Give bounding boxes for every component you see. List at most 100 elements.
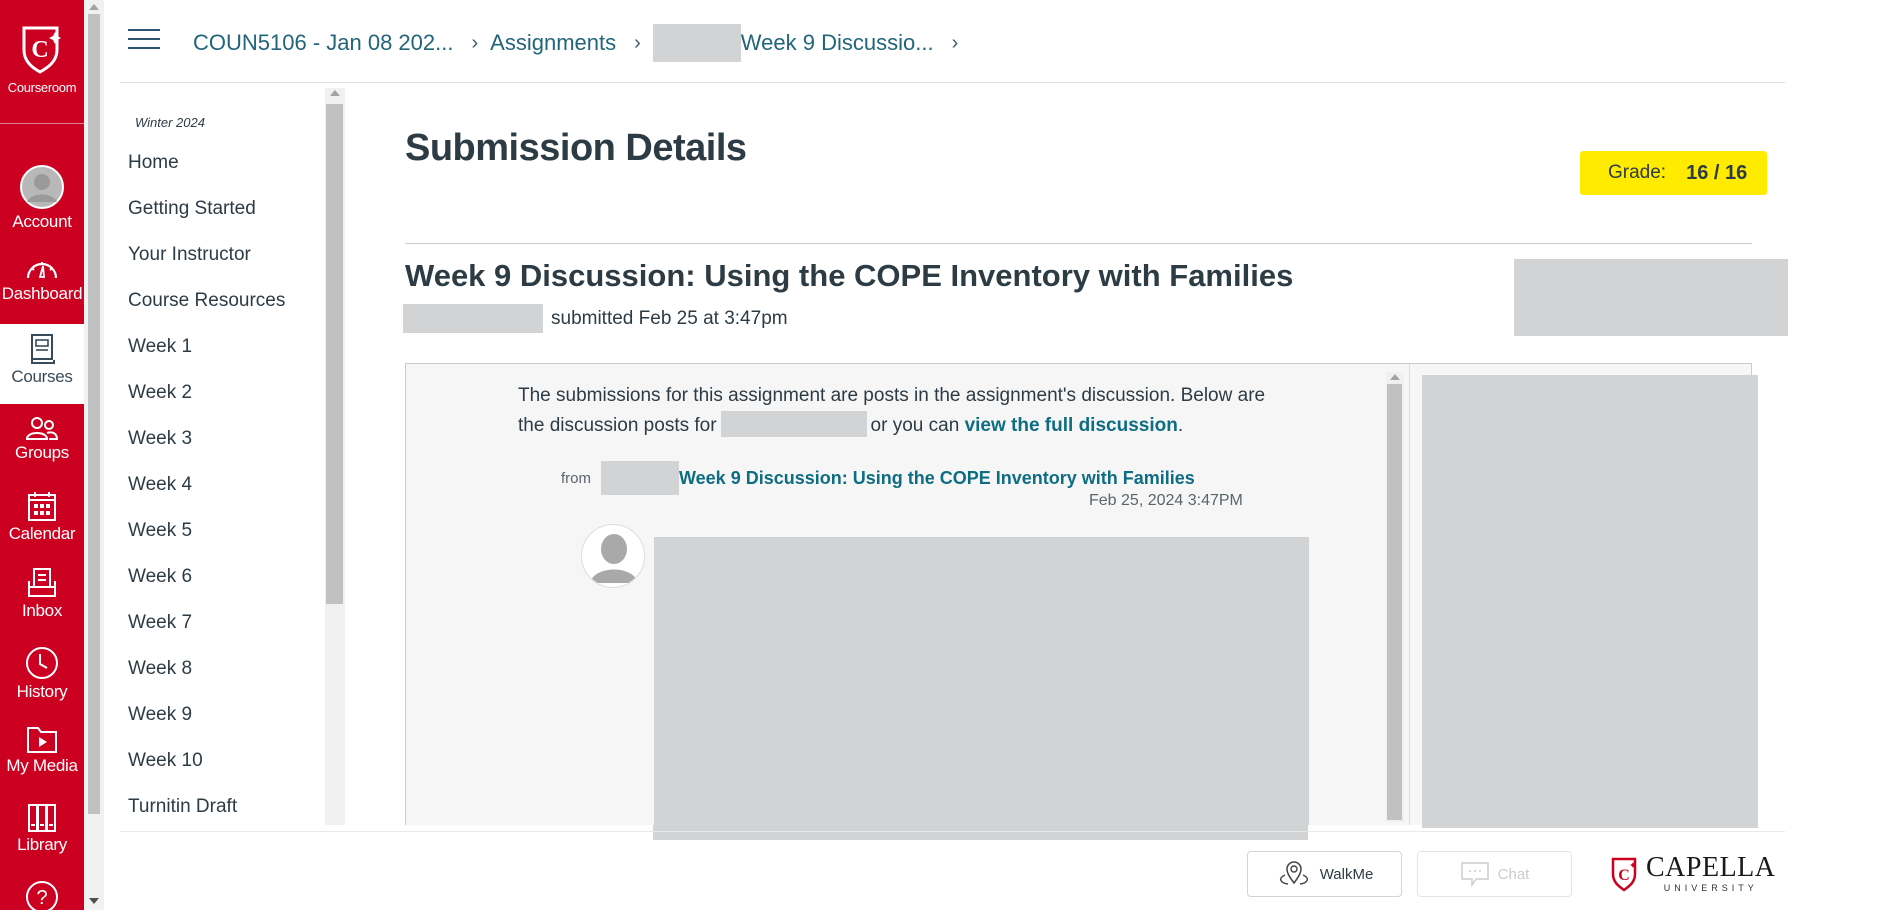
- course-nav-scrollbar[interactable]: [325, 88, 345, 825]
- svg-text:C: C: [1618, 867, 1630, 884]
- scroll-up-arrow-icon[interactable]: [89, 4, 99, 10]
- dashboard-gauge-icon: [26, 262, 58, 279]
- course-nav-item[interactable]: Course Resources: [128, 290, 285, 336]
- course-nav-item[interactable]: Week 5: [128, 520, 285, 566]
- global-nav-library[interactable]: Library: [0, 803, 84, 855]
- walkme-button[interactable]: WalkMe: [1247, 851, 1402, 897]
- global-nav-my-media[interactable]: My Media: [0, 724, 84, 776]
- my-media-label: My Media: [6, 756, 78, 775]
- course-term: Winter 2024: [135, 115, 205, 130]
- svg-text:C: C: [31, 37, 48, 63]
- grade-label: Grade:: [1608, 162, 1667, 183]
- course-nav-item[interactable]: Home: [128, 152, 285, 198]
- breadcrumb-course[interactable]: COUN5106 - Jan 08 202...: [193, 30, 453, 56]
- course-nav-item[interactable]: Turnitin Draft: [128, 796, 285, 825]
- global-nav-groups[interactable]: Groups: [0, 415, 84, 463]
- redacted-student-name: [403, 304, 543, 333]
- view-full-discussion-link[interactable]: view the full discussion: [965, 415, 1178, 436]
- intro-text: or you can: [870, 415, 960, 436]
- global-nav-help[interactable]: ?: [0, 880, 84, 914]
- submission-intro: The submissions for this assignment are …: [518, 381, 1278, 441]
- course-nav-item[interactable]: Week 4: [128, 474, 285, 520]
- global-nav-history[interactable]: History: [0, 646, 84, 702]
- course-nav-item[interactable]: Week 2: [128, 382, 285, 428]
- post-source: from Week 9 Discussion: Using the COPE I…: [561, 461, 1195, 495]
- course-nav-item[interactable]: Week 1: [128, 336, 285, 382]
- help-question-icon: ?: [26, 881, 58, 913]
- page-title: Submission Details: [405, 127, 747, 169]
- frame-scrollbar[interactable]: [1386, 372, 1404, 822]
- divider: [405, 243, 1752, 244]
- global-nav-dashboard[interactable]: Dashboard: [0, 256, 84, 304]
- groups-label: Groups: [15, 443, 69, 462]
- chat-button[interactable]: Chat: [1417, 851, 1572, 897]
- redacted-block: [652, 24, 741, 62]
- capella-wordmark: CAPELLA: [1646, 852, 1776, 883]
- avatar: [581, 524, 645, 588]
- divider: [1409, 364, 1410, 825]
- courseroom-logo-link[interactable]: C Courseroom: [0, 0, 84, 124]
- library-books-icon: [28, 804, 56, 832]
- global-nav-courses[interactable]: Courses: [0, 324, 84, 404]
- capella-university-logo: C CAPELLA UNIVERSITY: [1610, 852, 1776, 893]
- chevron-right-icon: ›: [634, 31, 641, 54]
- intro-period: .: [1177, 415, 1184, 436]
- breadcrumb-assignment[interactable]: Week 9 Discussio...: [741, 30, 934, 56]
- course-nav-item[interactable]: Week 10: [128, 750, 285, 796]
- courses-book-icon: [31, 334, 55, 364]
- redacted-student-name: [720, 410, 867, 437]
- redacted-post-content: [653, 825, 1308, 840]
- chat-label: Chat: [1497, 865, 1530, 883]
- page-scrollbar-thumb[interactable]: [88, 14, 100, 814]
- dashboard-label: Dashboard: [1, 284, 83, 303]
- global-nav-calendar[interactable]: Calendar: [0, 490, 84, 544]
- chevron-right-icon: ›: [471, 31, 479, 54]
- divider: [120, 831, 1785, 832]
- course-nav-scrollbar-thumb[interactable]: [326, 104, 343, 604]
- course-nav-item[interactable]: Week 3: [128, 428, 285, 474]
- account-avatar-icon: [20, 165, 64, 209]
- inbox-icon: [28, 568, 56, 597]
- scroll-up-arrow-icon[interactable]: [330, 90, 340, 96]
- submission-info: submitted Feb 25 at 3:47pm: [403, 304, 788, 333]
- course-nav-item[interactable]: Week 6: [128, 566, 285, 612]
- redacted-sidebar-content: [1422, 375, 1758, 828]
- course-nav-item[interactable]: Your Instructor: [128, 244, 285, 290]
- scroll-up-arrow-icon[interactable]: [1390, 374, 1400, 380]
- capella-shield-icon: C: [22, 26, 61, 74]
- submitted-text: submitted Feb 25 at 3:47pm: [551, 307, 788, 329]
- course-nav-item[interactable]: Week 7: [128, 612, 285, 658]
- history-label: History: [16, 682, 68, 701]
- breadcrumb-assignments[interactable]: Assignments: [490, 30, 616, 56]
- global-nav-account[interactable]: Account: [0, 164, 84, 232]
- course-nav-list: Home Getting Started Your Instructor Course…: [128, 152, 285, 825]
- breadcrumb: COUN5106 - Jan 08 202... › Assignments ›…: [193, 24, 970, 62]
- global-nav: C Courseroom Account Dashboard Courses G…: [0, 0, 84, 913]
- redacted-post-content: [654, 537, 1309, 825]
- course-nav-item[interactable]: Week 8: [128, 658, 285, 704]
- capella-subtitle: UNIVERSITY: [1663, 883, 1758, 893]
- history-clock-icon: [26, 647, 58, 679]
- redacted-block: [1514, 259, 1788, 336]
- course-nav-item[interactable]: Getting Started: [128, 198, 285, 244]
- calendar-icon: [28, 492, 56, 521]
- page-scrollbar[interactable]: [84, 0, 104, 910]
- walkme-label: WalkMe: [1319, 865, 1374, 883]
- course-nav: Winter 2024 Home Getting Started Your Inst…: [120, 95, 346, 825]
- global-nav-inbox[interactable]: Inbox: [0, 567, 84, 621]
- hamburger-menu-icon[interactable]: [128, 29, 160, 51]
- frame-scrollbar-thumb[interactable]: [1387, 384, 1402, 820]
- post-date: Feb 25, 2024 3:47PM: [1089, 492, 1243, 509]
- courseroom-label: Courseroom: [7, 80, 77, 95]
- course-nav-item[interactable]: Week 9: [128, 704, 285, 750]
- chat-bubble-icon: [1460, 862, 1489, 887]
- redacted-block: [601, 461, 679, 495]
- inbox-label: Inbox: [21, 601, 63, 620]
- my-media-folder-icon: [27, 727, 57, 753]
- scroll-down-arrow-icon[interactable]: [89, 898, 99, 904]
- capella-shield-icon: C: [1611, 857, 1637, 892]
- discussion-topic-link[interactable]: Week 9 Discussion: Using the COPE Invent…: [679, 468, 1195, 489]
- page-header: COUN5106 - Jan 08 202... › Assignments ›…: [120, 0, 1785, 83]
- from-label: from: [561, 469, 591, 487]
- library-label: Library: [17, 835, 67, 854]
